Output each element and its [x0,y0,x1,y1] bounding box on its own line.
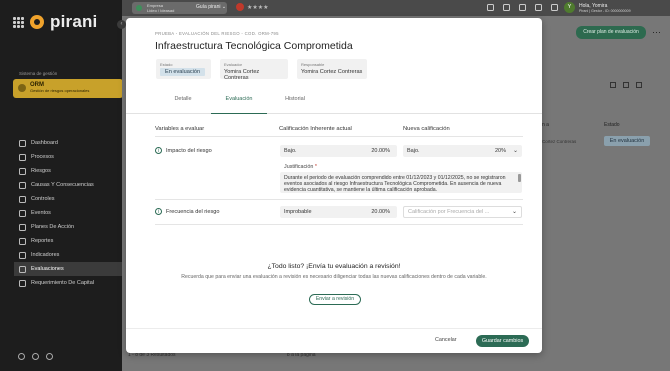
system-label: Sistema de gestión [19,71,58,76]
bell-icon[interactable] [519,4,526,11]
divider [155,136,523,137]
report-icon [19,237,26,245]
settings-icon[interactable] [535,4,542,11]
status-badge: En evaluación [604,136,650,146]
breadcrumb: PRUEBA - EVALUACIÓN DEL RIESGO - COD. OR… [155,31,279,36]
sidebar: pirani Sistema de gestión ORM Gestión de… [0,0,123,371]
user-menu[interactable]: Y Hola, Yomira Pirani | Gestor - ID: 0000… [564,2,631,13]
causes-icon [19,181,26,189]
responsable-card: Responsable Yomira Cortez Contreras [297,59,367,79]
card-icon[interactable] [46,353,53,360]
brand-name: pirani [50,12,98,31]
divider [155,199,523,200]
estado-card: Estado En evaluación [156,59,211,79]
tabs: Detalle Evaluación Historial [126,91,542,114]
new-frequency-select[interactable]: Calificación por Frecuencia del ... ⌄ [403,206,522,218]
new-impact-select[interactable]: Bajo. 20% ⌄ [403,145,522,157]
sidebar-item-eventos[interactable]: Eventos [14,206,122,220]
sidebar-item-dashboard[interactable]: Dashboard [14,136,122,150]
apps-icon[interactable] [551,4,558,11]
rating[interactable]: ★★★★ [236,3,269,11]
status-badge: En evaluación [160,68,206,76]
justification-textarea[interactable]: Durante el periodo de evaluación compren… [280,172,522,193]
variable-frecuencia: i Frecuencia del riesgo [155,208,219,215]
sidebar-item-controles[interactable]: Controles [14,192,122,206]
current-impact-field: Bajo. 20.00% [280,145,397,157]
chevron-down-icon: ⌄ [511,209,517,215]
user-icon[interactable] [32,353,39,360]
chevron-down-icon: ⌄ [512,148,518,154]
cta-subtitle: Recuerda que para enviar una evaluación … [181,274,487,280]
plan-icon [19,223,26,231]
sidebar-item-causas[interactable]: Causas Y Consecuencias [14,178,122,192]
company-icon [136,5,142,11]
variable-impacto: i Impacto del riesgo [155,147,212,154]
sidebar-item-reportes[interactable]: Reportes [14,234,122,248]
tools-icon[interactable] [487,4,494,11]
current-frequency-field: Improbable 20.00% [280,206,397,218]
help-icon[interactable] [18,353,25,360]
user-greeting: Hola, Yomira [579,2,608,9]
rating-stars[interactable]: ★★★★ [247,4,269,11]
page-title: Infraestructura Tecnológica Comprometida [155,40,353,52]
edit-icon[interactable] [610,82,616,88]
scrollbar[interactable] [518,174,521,182]
create-plan-button[interactable]: Crear plan de evaluación [576,26,646,39]
collapse-sidebar-button[interactable]: ‹ [117,20,126,29]
panel-actions [610,82,642,88]
sidebar-item-indicadores[interactable]: Indicadores [14,248,122,262]
monitor-icon [19,139,26,147]
topbar: Empresa Lideo / Ideasad Guía pirani ⌄ ★★… [122,0,670,16]
guide-link[interactable]: Guía pirani ⌄ [196,4,226,10]
system-subtitle: Gestión de riesgos operacionales [30,88,90,93]
sidebar-item-planes[interactable]: Planes De Acción [14,220,122,234]
topbar-icons [487,4,558,11]
chevron-down-icon: ⌄ [221,4,227,10]
justification-label: Justificación * [284,164,317,170]
info-icon[interactable]: i [155,147,162,154]
sidebar-item-riesgos[interactable]: Riesgos [14,164,122,178]
sidebar-item-capital[interactable]: Requerimiento De Capital [14,276,122,290]
capital-icon [19,279,26,287]
logo[interactable]: pirani [13,12,98,32]
apps-grid-icon[interactable] [13,16,24,28]
col-inherent: Calificación Inherente actual [279,126,352,132]
col-variables: Variables a evaluar [155,126,205,132]
orm-icon [18,84,26,92]
save-button[interactable]: Guardar cambios [476,335,529,347]
cancel-button[interactable]: Cancelar [435,337,457,343]
cta-title: ¿Todo listo? ¡Envía tu evaluación a revi… [267,263,401,270]
user-sub: Pirani | Gestor - ID: 0000000009 [579,8,631,13]
delete-icon[interactable] [623,82,629,88]
evaluation-modal: PRUEBA - EVALUACIÓN DEL RIESGO - COD. OR… [126,18,542,353]
tab-historial[interactable]: Historial [267,91,323,114]
controls-icon [19,195,26,203]
info-icon[interactable]: i [155,208,162,215]
evaluador-card: Evaluador Yomira Cortez Contreras [220,59,288,81]
bg-table-header: n a Estado [542,122,620,128]
divider [155,224,523,225]
table-row[interactable]: Cortez Contreras En evaluación [542,135,670,148]
sidebar-item-evaluaciones[interactable]: Evaluaciones [14,262,122,276]
risk-icon [19,167,26,175]
tab-evaluacion[interactable]: Evaluación [211,91,267,114]
col-new: Nueva calificación [403,126,450,132]
pirani-logo-icon [30,15,44,29]
sidebar-item-procesos[interactable]: Procesos [14,150,122,164]
system-selector[interactable]: ORM Gestión de riesgos operacionales [13,79,123,98]
close-icon[interactable] [636,82,642,88]
pirani-rating-icon [236,3,244,11]
avatar: Y [564,2,575,13]
tab-detalle[interactable]: Detalle [155,91,211,114]
sidebar-footer [18,353,53,360]
send-review-button[interactable]: Enviar a revisión [309,294,361,305]
list-icon [19,265,26,273]
process-icon [19,153,26,161]
book-icon[interactable] [503,4,510,11]
sidebar-nav: Dashboard Procesos Riesgos Causas Y Cons… [14,136,122,290]
warning-icon [19,209,26,217]
kebab-menu-icon[interactable]: ⋯ [652,27,661,38]
indicator-icon [19,251,26,259]
